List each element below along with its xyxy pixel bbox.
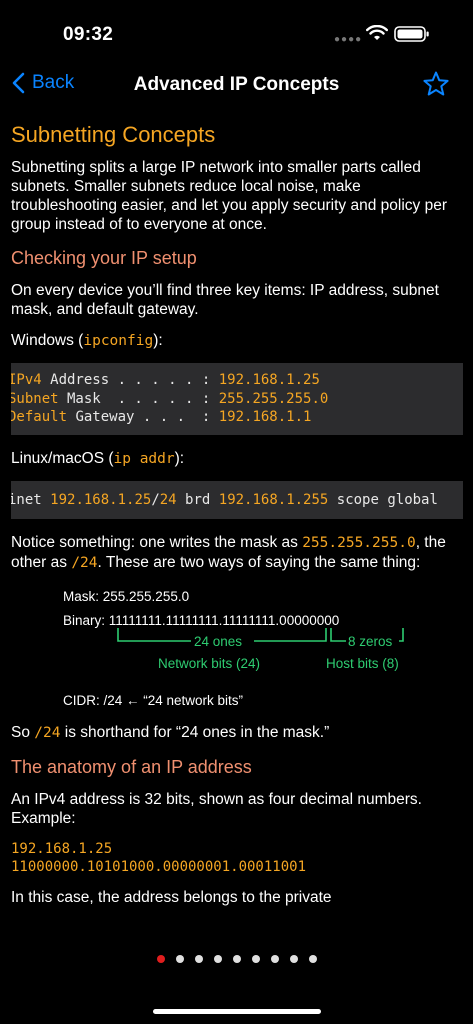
- windows-label: Windows (ipconfig):: [11, 331, 463, 351]
- code-token: 255.255.255.0: [218, 390, 329, 407]
- code-token: Gateway . . . :: [67, 409, 219, 425]
- code-token: 192.168.1.25: [50, 491, 152, 508]
- page-dot[interactable]: [175, 955, 184, 963]
- page-dot[interactable]: [232, 955, 241, 963]
- ipconfig-code-block: IPv4 Address . . . . . : 192.168.1.25 Su…: [11, 363, 463, 435]
- signal-dots-icon: ●●●●: [334, 34, 363, 45]
- code-token: inet: [11, 491, 51, 508]
- shorthand-text: is shorthand for “24 ones in the mask.”: [60, 724, 330, 741]
- windows-text-end: ):: [153, 332, 163, 349]
- wifi-icon: [366, 25, 388, 40]
- section-heading-anatomy: The anatomy of an IP address: [11, 757, 252, 777]
- notice-text: . These are two ways of saying the same …: [97, 554, 421, 571]
- page-indicator[interactable]: [0, 955, 473, 967]
- diagram-cidr-line: CIDR: /24 ← “24 network bits”: [63, 693, 244, 708]
- code-token: 192.168.1.25: [218, 372, 320, 388]
- mask-inline-code: 255.255.255.0: [302, 535, 416, 551]
- intro-paragraph: Subnetting splits a large IP network int…: [11, 159, 447, 233]
- ip-addr-inline-code: ip addr: [113, 450, 175, 467]
- navigation-bar: Back Advanced IP Concepts: [0, 64, 473, 106]
- status-time: 09:32: [63, 24, 114, 45]
- code-token: IPv4: [11, 372, 42, 388]
- ip-example: 192.168.1.25 11000000.10101000.00000001.…: [11, 840, 463, 876]
- mask-binary-diagram: Mask: 255.255.255.0 Binary: 11111111.111…: [11, 585, 463, 713]
- windows-text: Windows (: [11, 332, 84, 349]
- code-token: Default: [11, 409, 68, 425]
- code-token: /: [151, 491, 160, 508]
- truncated-paragraph: In this case, the address belongs to the…: [11, 889, 332, 906]
- linux-text-end: ):: [174, 449, 185, 467]
- page-dot[interactable]: [213, 955, 222, 963]
- article-content: Subnetting Concepts Subnetting splits a …: [11, 118, 463, 946]
- code-token: 192.168.1.255: [218, 491, 329, 508]
- linux-text: Linux/macOS (: [11, 449, 114, 467]
- code-token: Address . . . . . :: [41, 372, 219, 388]
- ip-addr-code-block[interactable]: inet 192.168.1.25/24 brd 192.168.1.255 s…: [11, 480, 463, 519]
- page-dot[interactable]: [270, 955, 279, 963]
- shorthand-text: So: [11, 724, 35, 741]
- diagram-zeros-label: 8 zeros: [348, 634, 393, 649]
- ipconfig-inline-code: ipconfig: [83, 333, 154, 349]
- home-indicator[interactable]: [153, 1009, 321, 1014]
- cidr-inline-code: /24: [71, 555, 98, 571]
- star-icon[interactable]: [422, 70, 450, 98]
- code-token: 24: [159, 491, 177, 508]
- linux-label: Linux/macOS (ip addr):: [11, 449, 463, 469]
- three-items-paragraph: On every device you’ll find three key it…: [11, 282, 439, 318]
- status-bar: 09:32 ●●●●: [0, 0, 473, 56]
- page-dot[interactable]: [289, 955, 298, 963]
- page-dot[interactable]: [156, 955, 165, 963]
- code-token: Subnet: [11, 390, 59, 407]
- section-heading-checking: Checking your IP setup: [11, 248, 197, 268]
- diagram-ones-label: 24 ones: [194, 634, 243, 649]
- battery-icon: [394, 26, 429, 42]
- code-token: 192.168.1.1: [218, 409, 312, 425]
- notice-paragraph: Notice something: one writes the mask as…: [11, 533, 463, 573]
- code-token: scope global: [328, 491, 438, 508]
- section-heading-subnetting: Subnetting Concepts: [11, 122, 216, 147]
- shorthand-paragraph: So /24 is shorthand for “24 ones in the …: [11, 723, 463, 743]
- page-dot[interactable]: [194, 955, 203, 963]
- diagram-host-bits: Host bits (8): [326, 656, 399, 671]
- code-token: brd: [176, 491, 219, 508]
- notice-text: Notice something: one writes the mask as: [11, 534, 303, 551]
- code-token: Mask . . . . . :: [58, 390, 219, 407]
- ipv4-paragraph: An IPv4 address is 32 bits, shown as fou…: [11, 791, 422, 827]
- ip-example-binary: 11000000.10101000.00000001.00011001: [11, 859, 307, 875]
- diagram-network-bits: Network bits (24): [158, 656, 261, 671]
- shorthand-cidr-code: /24: [34, 725, 61, 741]
- page-title: Advanced IP Concepts: [133, 74, 340, 95]
- ip-example-decimal: 192.168.1.25: [11, 841, 113, 857]
- page-dot[interactable]: [251, 955, 260, 963]
- page-dot[interactable]: [308, 955, 317, 963]
